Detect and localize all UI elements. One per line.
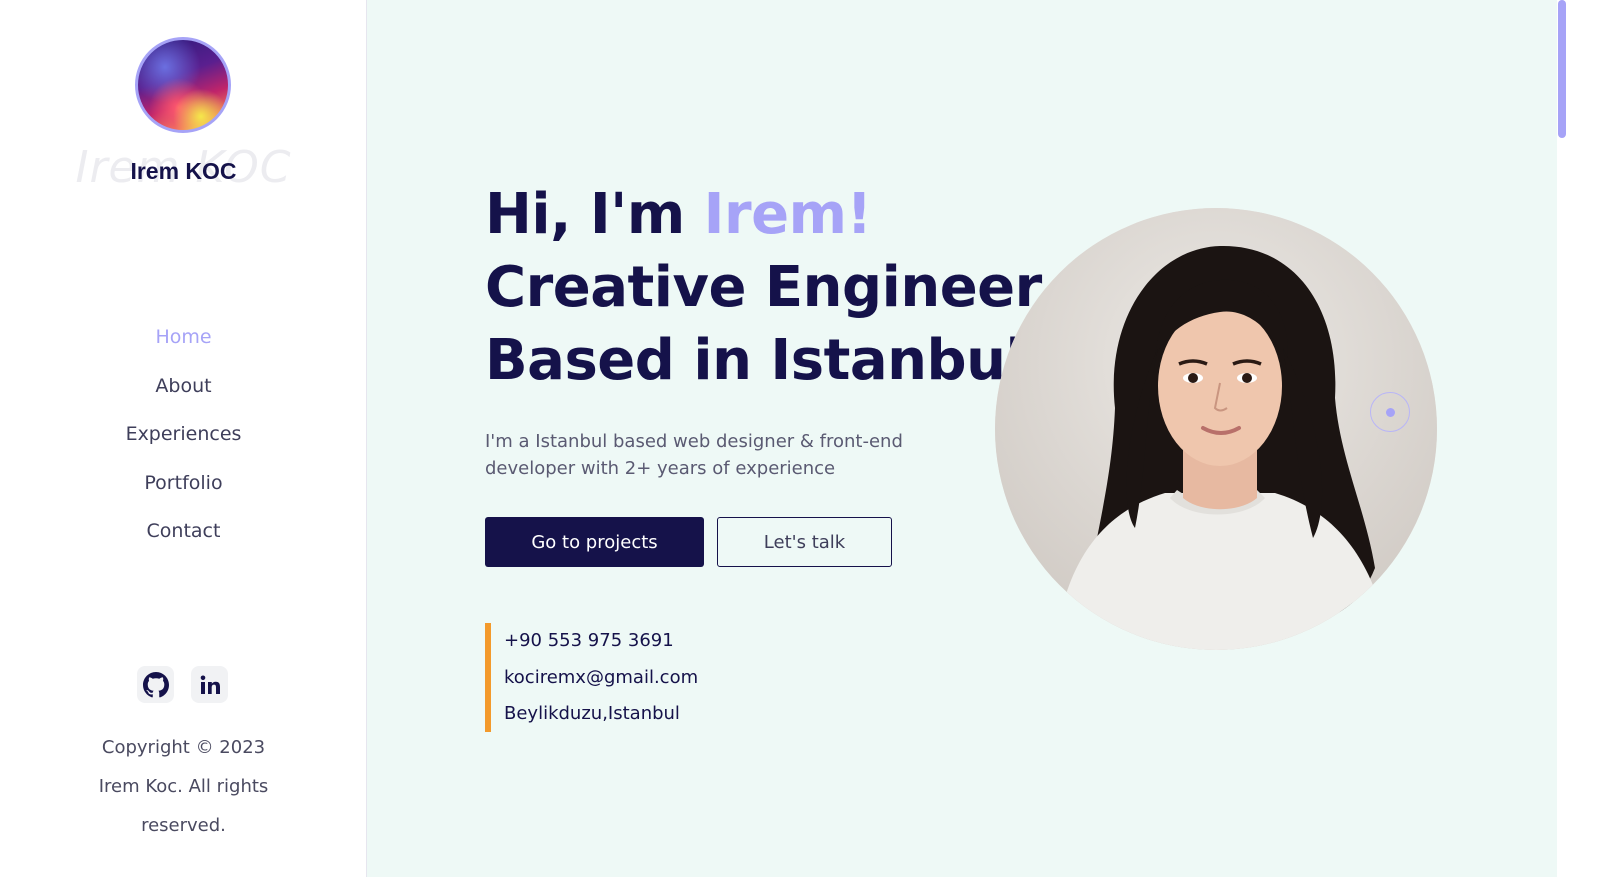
nav-item-experiences[interactable]: Experiences xyxy=(0,415,367,464)
nav-item-about[interactable]: About xyxy=(0,367,367,416)
social-links xyxy=(137,666,228,703)
cursor-follower xyxy=(1370,392,1410,432)
lets-talk-button[interactable]: Let's talk xyxy=(717,517,892,567)
copyright-text: Copyright © 2023 Irem Koc. All rights re… xyxy=(98,737,269,836)
hero-line-2: Creative Engineer xyxy=(485,255,1042,320)
hero-line-3: Based in Istanbul xyxy=(485,328,1025,393)
portrait-illustration xyxy=(995,208,1437,650)
contact-info: +90 553 975 3691 kociremx@gmail.com Beyl… xyxy=(485,623,698,732)
nav-item-home[interactable]: Home xyxy=(0,318,367,367)
profile-photo xyxy=(995,208,1437,650)
profile-name: Irem KOC xyxy=(130,158,237,184)
github-link[interactable] xyxy=(137,666,174,703)
page-scrollbar[interactable] xyxy=(1557,0,1567,877)
hero-title: Hi, I'm Irem! Creative Engineer Based in… xyxy=(485,178,1042,397)
main-content: Hi, I'm Irem! Creative Engineer Based in… xyxy=(367,0,1557,877)
sidebar: Irem KOC Irem KOC Home About Experiences… xyxy=(0,0,367,877)
profile-name-area: Irem KOC Irem KOC xyxy=(0,140,367,200)
avatar xyxy=(135,37,231,133)
contact-email[interactable]: kociremx@gmail.com xyxy=(504,660,698,697)
nav-item-portfolio[interactable]: Portfolio xyxy=(0,464,367,513)
hero-description: I'm a Istanbul based web designer & fron… xyxy=(485,431,903,479)
sidebar-nav: Home About Experiences Portfolio Contact xyxy=(0,318,367,561)
right-edge xyxy=(1567,0,1607,877)
contact-phone[interactable]: +90 553 975 3691 xyxy=(504,623,698,660)
scrollbar-thumb[interactable] xyxy=(1558,0,1566,138)
github-icon xyxy=(142,671,169,697)
linkedin-link[interactable] xyxy=(191,666,228,703)
nav-item-contact[interactable]: Contact xyxy=(0,512,367,561)
go-to-projects-button[interactable]: Go to projects xyxy=(485,517,704,567)
hero-greeting: Hi, I'm xyxy=(485,182,704,247)
contact-location: Beylikduzu,Istanbul xyxy=(504,703,680,724)
hero-name-accent: Irem! xyxy=(703,182,872,247)
linkedin-icon xyxy=(200,675,220,694)
